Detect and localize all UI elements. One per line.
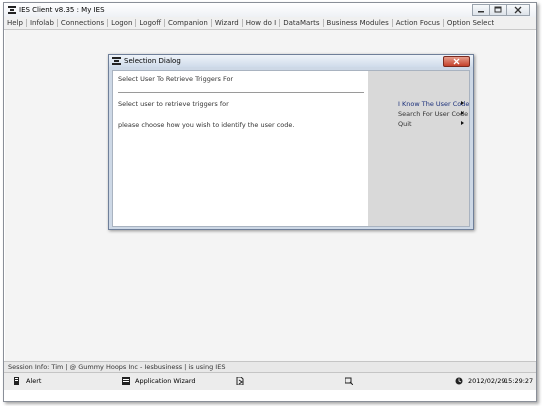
menu-option-select[interactable]: Option Select [444,19,497,27]
menu-how-do-i[interactable]: How do I [243,19,280,27]
date-text: 2012/02/29 [468,377,506,385]
clock-area: 2012/02/29 [455,377,505,385]
window-title: IES Client v8.35 : My IES [19,6,105,14]
document-arrow-icon [236,377,244,385]
option-search-user-code[interactable]: Search For User Code [398,110,468,118]
menu-bar: Help Infolab Connections Logon Logoff Co… [4,17,536,30]
alert-icon [14,377,19,385]
dialog-header-text: Select User To Retrieve Triggers For [118,75,234,83]
instruction-line-1: Select user to retrieve triggers for [118,100,229,108]
arrow-right-icon [461,101,464,105]
dialog-title: Selection Dialog [124,57,181,65]
options-panel: I Know The User Code Search For User Cod… [368,71,469,226]
tool-button[interactable] [236,377,249,385]
dialog-logo-icon [112,57,121,65]
app-logo-icon [8,6,16,14]
menu-connections[interactable]: Connections [58,19,107,27]
close-button[interactable] [506,4,530,16]
dialog-body: Select User To Retrieve Triggers For Sel… [112,70,470,227]
menu-business-modules[interactable]: Business Modules [324,19,392,27]
message-button[interactable] [345,377,358,385]
dialog-close-button[interactable] [443,56,470,67]
option-label: Quit [398,120,412,128]
time-area: 15:29:27 [504,377,533,385]
application-wizard-button[interactable]: Application Wizard [122,377,196,385]
menu-help[interactable]: Help [4,19,26,27]
maximize-button[interactable] [489,4,506,16]
header-divider [118,92,364,93]
menu-logon[interactable]: Logon [108,19,135,27]
wizard-icon [122,377,130,385]
close-icon [453,58,460,65]
dialog-content: Select User To Retrieve Triggers For Sel… [113,71,368,226]
alert-label: Alert [26,377,42,385]
arrow-right-icon [461,121,464,125]
title-bar[interactable]: IES Client v8.35 : My IES [4,3,536,17]
window-controls [472,4,530,16]
session-status-bar: Session Info: Tim | @ Gummy Hoops Inc - … [4,361,536,372]
option-know-user-code[interactable]: I Know The User Code [398,100,469,108]
menu-infolab[interactable]: Infolab [27,19,57,27]
bottom-taskbar: Alert Application Wizard 2012/02/29 15:2 [4,372,536,390]
clock-icon [455,377,463,385]
session-info-text: Session Info: Tim | @ Gummy Hoops Inc - … [8,363,226,371]
minimize-icon [478,11,484,13]
menu-wizard[interactable]: Wizard [212,19,242,27]
arrow-right-icon [461,111,464,115]
application-wizard-label: Application Wizard [135,377,196,385]
menu-companion[interactable]: Companion [165,19,211,27]
option-quit[interactable]: Quit [398,120,464,128]
close-icon [514,6,522,14]
restore-icon [494,6,502,13]
dialog-title-bar[interactable]: Selection Dialog [109,55,473,67]
message-icon [345,377,353,385]
menu-datamarts[interactable]: DataMarts [280,19,322,27]
selection-dialog: Selection Dialog Select User To Retrieve… [108,54,474,230]
alert-button[interactable]: Alert [13,377,41,385]
time-text: 15:29:27 [504,377,534,385]
minimize-button[interactable] [472,4,489,16]
menu-action-focus[interactable]: Action Focus [393,19,443,27]
option-label: Search For User Code [398,110,469,118]
option-label: I Know The User Code [398,100,470,108]
instruction-line-2: please choose how you wish to identify t… [118,121,295,129]
menu-logoff[interactable]: Logoff [136,19,164,27]
